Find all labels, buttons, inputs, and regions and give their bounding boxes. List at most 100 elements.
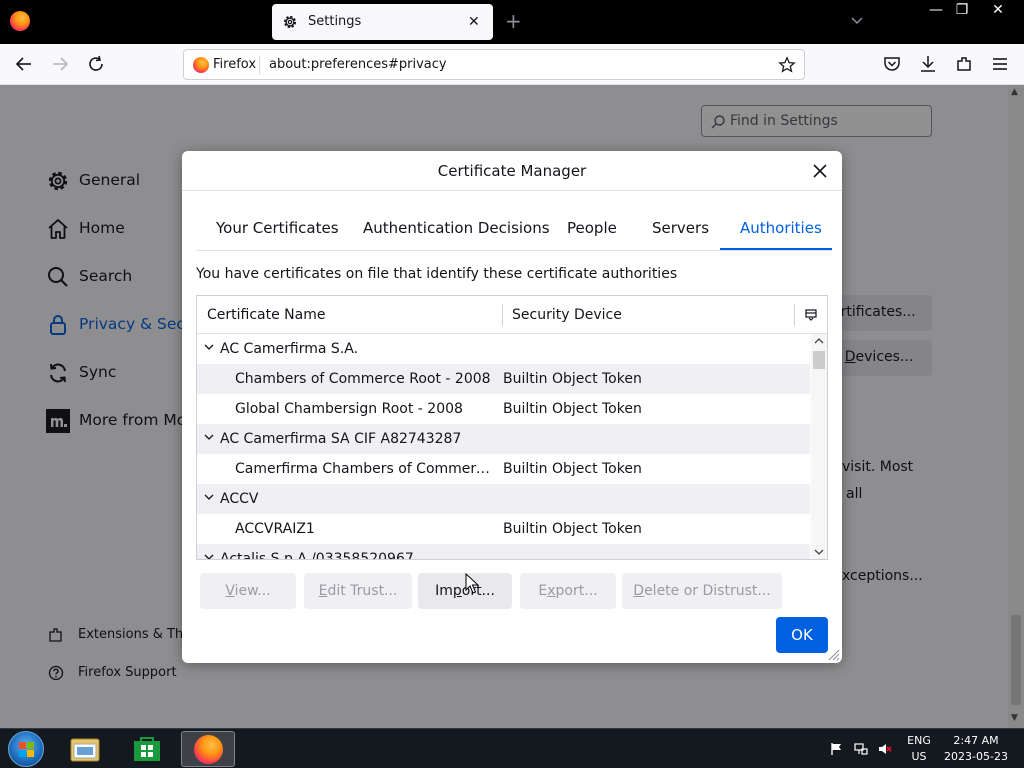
certificate-actions: View... Edit Trust... Im port... Export..… (200, 573, 800, 609)
url-bar[interactable]: Firefox about:preferences#privacy (183, 49, 805, 80)
taskbar-firefox[interactable] (181, 731, 235, 767)
firefox-logo-icon (10, 11, 30, 31)
tab-people[interactable]: People (567, 219, 617, 237)
delete-accesskey: D (633, 583, 645, 599)
firefox-icon (194, 735, 223, 764)
export-button[interactable]: Export... (520, 573, 616, 609)
view-label: iew... (234, 583, 271, 599)
column-picker-icon[interactable] (805, 309, 817, 321)
input-language[interactable]: ENG US (906, 733, 932, 765)
import-label-pre: Im (435, 583, 453, 599)
chevron-down-icon[interactable] (204, 552, 214, 560)
delete-or-distrust-button[interactable]: Delete or Distrust... (622, 573, 782, 609)
security-device: Builtin Object Token (503, 521, 642, 537)
view-accesskey: V (225, 583, 235, 599)
identity-label: Firefox (213, 57, 257, 72)
tab-servers[interactable]: Servers (652, 219, 709, 237)
chevron-down-icon[interactable] (204, 342, 214, 352)
extensions-icon[interactable] (954, 54, 974, 74)
restore-button[interactable]: ❐ (949, 2, 975, 18)
security-device: Builtin Object Token (503, 371, 642, 387)
clock-time: 2:47 AM (953, 734, 999, 747)
ok-button[interactable]: OK (776, 617, 828, 653)
view-button[interactable]: View... (200, 573, 296, 609)
tree-scroll-thumb[interactable] (813, 351, 825, 369)
reload-icon[interactable] (86, 54, 106, 74)
tree-group-row[interactable]: AC Camerfirma S.A. (197, 334, 810, 364)
group-name: AC Camerfirma SA CIF A82743287 (220, 431, 462, 447)
volume-muted-icon[interactable] (878, 742, 892, 756)
group-name: ACCV (220, 491, 259, 507)
tree-group-row[interactable]: ACCV (197, 484, 810, 514)
column-divider[interactable] (794, 304, 795, 326)
forward-icon[interactable] (50, 54, 70, 74)
windows-logo-yellow (27, 750, 34, 757)
action-center-flag-icon[interactable] (830, 742, 844, 756)
certificate-name: Camerfirma Chambers of Commerce Root (235, 461, 493, 477)
certificate-name: Chambers of Commerce Root - 2008 (235, 371, 491, 387)
windows-logo-green (27, 742, 34, 749)
close-window-button[interactable]: ✕ (985, 2, 1011, 18)
column-header-certificate-name[interactable]: Certificate Name (207, 307, 325, 323)
chevron-down-icon[interactable] (204, 432, 214, 442)
minimize-button[interactable]: — (923, 2, 949, 18)
back-icon[interactable] (14, 54, 34, 74)
resize-grip-icon[interactable] (826, 647, 840, 661)
tab-your-certificates[interactable]: Your Certificates (216, 219, 339, 237)
close-icon[interactable] (810, 161, 830, 181)
keyboard-layout: US (911, 750, 927, 763)
list-all-tabs-icon[interactable] (850, 14, 864, 28)
pocket-icon[interactable] (882, 54, 902, 74)
mouse-cursor-icon (465, 573, 479, 594)
scroll-down-icon[interactable] (814, 547, 824, 557)
column-divider[interactable] (502, 304, 503, 326)
security-device: Builtin Object Token (503, 461, 642, 477)
scroll-up-icon[interactable] (814, 336, 824, 346)
store-icon (134, 737, 160, 761)
edit-trust-button[interactable]: Edit Trust... (304, 573, 412, 609)
delete-label: elete or Distrust... (644, 583, 771, 599)
tab-authentication-decisions[interactable]: Authentication Decisions (363, 219, 550, 237)
import-accesskey: p (452, 583, 462, 599)
network-icon[interactable] (854, 742, 868, 756)
authorities-description: You have certificates on file that ident… (196, 266, 678, 282)
tree-group-row[interactable]: AC Camerfirma SA CIF A82743287 (197, 424, 810, 454)
security-device: Builtin Object Token (503, 401, 642, 417)
taskbar-file-explorer[interactable] (58, 731, 112, 767)
taskbar-store[interactable] (120, 731, 174, 767)
tab-authorities[interactable]: Authorities (740, 219, 822, 237)
menu-icon[interactable] (990, 54, 1010, 74)
tab-close-icon[interactable]: ✕ (468, 13, 480, 31)
tree-scrollbar[interactable] (811, 334, 827, 559)
clock-date: 2023-05-23 (944, 750, 1008, 763)
tab-settings[interactable]: Settings ✕ (272, 4, 493, 40)
tab-title: Settings (308, 14, 362, 29)
tree-item-row[interactable]: Global Chambersign Root - 2008 Builtin O… (197, 394, 810, 424)
windows-logo-blue (19, 750, 26, 757)
downloads-icon[interactable] (918, 54, 938, 74)
certificate-name: Global Chambersign Root - 2008 (235, 401, 463, 417)
bookmark-star-icon[interactable] (778, 56, 796, 74)
certificate-manager-dialog: Certificate Manager Your Certificates Au… (182, 151, 842, 663)
tree-item-row[interactable]: Camerfirma Chambers of Commerce Root Bui… (197, 454, 810, 484)
export-accesskey: x (547, 583, 556, 599)
edit-trust-label: dit Trust... (327, 583, 398, 599)
tab-strip: Settings ✕ + — ❐ ✕ (0, 0, 1024, 44)
dialog-title: Certificate Manager (182, 151, 842, 191)
certificate-name: ACCVRAIZ1 (235, 521, 315, 537)
tree-item-row[interactable]: Chambers of Commerce Root - 2008 Builtin… (197, 364, 810, 394)
tree-item-row[interactable]: ACCVRAIZ1 Builtin Object Token (197, 514, 810, 544)
url-text[interactable]: about:preferences#privacy (269, 57, 447, 72)
certificate-tabs: Your Certificates Authentication Decisio… (196, 209, 832, 251)
windows-logo-red (19, 742, 26, 749)
column-header-security-device[interactable]: Security Device (512, 307, 622, 323)
selected-tab-indicator (720, 248, 832, 250)
chevron-down-icon[interactable] (204, 492, 214, 502)
system-clock[interactable]: 2:47 AM 2023-05-23 (942, 733, 1010, 765)
new-tab-button[interactable]: + (505, 11, 522, 31)
group-name: AC Camerfirma S.A. (220, 341, 359, 357)
gear-icon (283, 15, 297, 29)
tree-group-row[interactable]: Actalis S.p.A./03358520967 (197, 544, 810, 560)
url-separator (259, 56, 260, 74)
start-button[interactable] (8, 731, 44, 767)
